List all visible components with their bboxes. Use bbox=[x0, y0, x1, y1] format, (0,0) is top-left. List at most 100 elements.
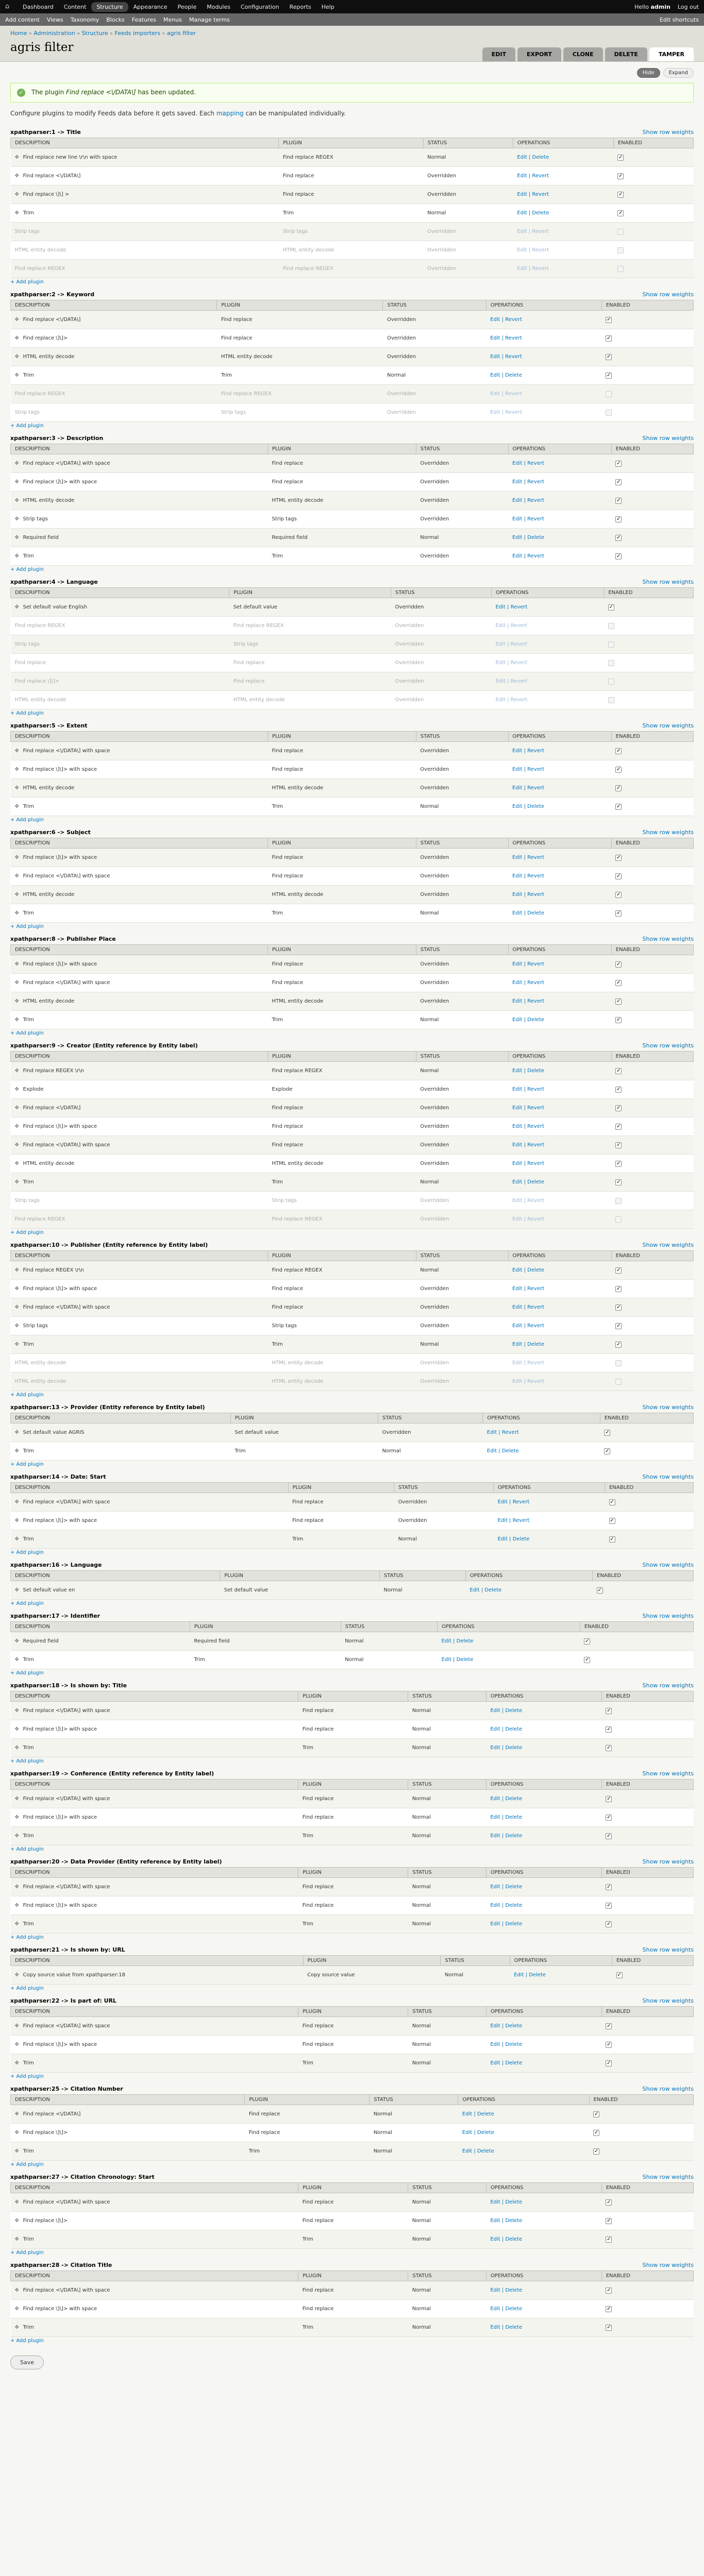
add-plugin-link[interactable]: + Add plugin bbox=[10, 2161, 694, 2171]
drag-handle-icon[interactable]: ✥ bbox=[15, 855, 20, 860]
enabled-checkbox[interactable]: ✓ bbox=[615, 1378, 622, 1385]
enabled-checkbox[interactable]: ✓ bbox=[606, 1884, 612, 1890]
enabled-checkbox[interactable]: ✓ bbox=[615, 873, 622, 879]
operations-links[interactable]: Edit | Revert bbox=[495, 641, 527, 647]
drag-handle-icon[interactable]: ✥ bbox=[15, 2060, 20, 2066]
enabled-checkbox[interactable]: ✓ bbox=[608, 659, 614, 666]
add-plugin-link[interactable]: + Add plugin bbox=[10, 1934, 694, 1944]
enabled-checkbox[interactable]: ✓ bbox=[616, 1972, 623, 1978]
enabled-checkbox[interactable]: ✓ bbox=[615, 1067, 622, 1074]
enabled-checkbox[interactable]: ✓ bbox=[615, 785, 622, 791]
enabled-checkbox[interactable]: ✓ bbox=[606, 1833, 612, 1839]
operations-links[interactable]: Edit | Revert bbox=[512, 461, 544, 466]
enabled-checkbox[interactable]: ✓ bbox=[606, 2236, 612, 2243]
enabled-checkbox[interactable]: ✓ bbox=[617, 265, 624, 272]
breadcrumb-link[interactable]: agris filter bbox=[167, 30, 196, 37]
operations-links[interactable]: Edit | Delete bbox=[487, 1448, 519, 1454]
operations-links[interactable]: Edit | Delete bbox=[512, 804, 544, 809]
enabled-checkbox[interactable]: ✓ bbox=[615, 1197, 622, 1204]
operations-links[interactable]: Edit | Delete bbox=[490, 1745, 522, 1751]
drag-handle-icon[interactable]: ✥ bbox=[15, 1342, 20, 1347]
operations-links[interactable]: Edit | Revert bbox=[490, 391, 522, 397]
show-row-weights-link[interactable]: Show row weights bbox=[643, 1042, 694, 1049]
drag-handle-icon[interactable]: ✥ bbox=[15, 173, 20, 179]
enabled-checkbox[interactable]: ✓ bbox=[606, 1921, 612, 1927]
drag-handle-icon[interactable]: ✥ bbox=[15, 1903, 20, 1908]
enabled-checkbox[interactable]: ✓ bbox=[609, 1536, 615, 1543]
edit-shortcuts-link[interactable]: Edit shortcuts bbox=[660, 16, 699, 23]
operations-links[interactable]: Edit | Delete bbox=[462, 2148, 494, 2154]
add-plugin-link[interactable]: + Add plugin bbox=[10, 2249, 694, 2259]
enabled-checkbox[interactable]: ✓ bbox=[615, 803, 622, 810]
add-plugin-link[interactable]: + Add plugin bbox=[10, 278, 694, 289]
drag-handle-icon[interactable]: ✥ bbox=[15, 961, 20, 967]
enabled-checkbox[interactable]: ✓ bbox=[606, 391, 612, 397]
drag-handle-icon[interactable]: ✥ bbox=[15, 785, 20, 791]
drag-handle-icon[interactable]: ✥ bbox=[15, 767, 20, 772]
show-row-weights-link[interactable]: Show row weights bbox=[643, 291, 694, 298]
drag-handle-icon[interactable]: ✥ bbox=[15, 1499, 20, 1505]
enabled-checkbox[interactable]: ✓ bbox=[615, 891, 622, 898]
drag-handle-icon[interactable]: ✥ bbox=[15, 2306, 20, 2312]
operations-links[interactable]: Edit | Revert bbox=[512, 961, 544, 967]
operations-links[interactable]: Edit | Delete bbox=[490, 2042, 522, 2047]
operations-links[interactable]: Edit | Delete bbox=[512, 1267, 544, 1273]
show-row-weights-link[interactable]: Show row weights bbox=[643, 936, 694, 942]
enabled-checkbox[interactable]: ✓ bbox=[606, 1814, 612, 1821]
drag-handle-icon[interactable]: ✥ bbox=[15, 461, 20, 466]
operations-links[interactable]: Edit | Revert bbox=[512, 1124, 544, 1129]
enabled-checkbox[interactable]: ✓ bbox=[617, 247, 624, 253]
show-row-weights-link[interactable]: Show row weights bbox=[643, 1242, 694, 1248]
enabled-checkbox[interactable]: ✓ bbox=[615, 1179, 622, 1185]
drag-handle-icon[interactable]: ✥ bbox=[15, 1124, 20, 1129]
operations-links[interactable]: Edit | Delete bbox=[498, 1536, 530, 1542]
add-plugin-link[interactable]: + Add plugin bbox=[10, 1029, 694, 1040]
drag-handle-icon[interactable]: ✥ bbox=[15, 1448, 20, 1454]
operations-links[interactable]: Edit | Revert bbox=[495, 604, 527, 610]
show-row-weights-link[interactable]: Show row weights bbox=[643, 1613, 694, 1619]
enabled-checkbox[interactable]: ✓ bbox=[615, 497, 622, 504]
enabled-checkbox[interactable]: ✓ bbox=[615, 1086, 622, 1093]
enabled-checkbox[interactable]: ✓ bbox=[615, 479, 622, 485]
drag-handle-icon[interactable]: ✥ bbox=[15, 1726, 20, 1732]
operations-links[interactable]: Edit | Revert bbox=[495, 679, 527, 684]
add-plugin-link[interactable]: + Add plugin bbox=[10, 1757, 694, 1768]
drag-handle-icon[interactable]: ✥ bbox=[15, 1815, 20, 1820]
drag-handle-icon[interactable]: ✥ bbox=[15, 1179, 20, 1185]
enabled-checkbox[interactable]: ✓ bbox=[584, 1638, 591, 1645]
operations-links[interactable]: Edit | Delete bbox=[512, 1068, 544, 1074]
enabled-checkbox[interactable]: ✓ bbox=[604, 1448, 611, 1454]
shortcut-link[interactable]: Menus bbox=[163, 16, 182, 23]
enabled-checkbox[interactable]: ✓ bbox=[584, 1656, 591, 1663]
show-row-weights-link[interactable]: Show row weights bbox=[643, 722, 694, 729]
add-plugin-link[interactable]: + Add plugin bbox=[10, 422, 694, 432]
operations-links[interactable]: Edit | Delete bbox=[490, 2218, 522, 2224]
drag-handle-icon[interactable]: ✥ bbox=[15, 1833, 20, 1839]
operations-links[interactable]: Edit | Revert bbox=[512, 1323, 544, 1329]
mapping-link[interactable]: mapping bbox=[216, 110, 244, 117]
enabled-checkbox[interactable]: ✓ bbox=[615, 1216, 622, 1223]
operations-links[interactable]: Edit | Delete bbox=[490, 1833, 522, 1839]
enabled-checkbox[interactable]: ✓ bbox=[606, 353, 612, 360]
drag-handle-icon[interactable]: ✥ bbox=[15, 1638, 20, 1644]
show-row-weights-link[interactable]: Show row weights bbox=[643, 829, 694, 836]
operations-links[interactable]: Edit | Delete bbox=[514, 1972, 546, 1978]
operations-links[interactable]: Edit | Revert bbox=[512, 479, 544, 485]
tab-export[interactable]: EXPORT bbox=[517, 47, 561, 61]
operations-links[interactable]: Edit | Revert bbox=[512, 1286, 544, 1292]
tab-delete[interactable]: DELETE bbox=[605, 47, 647, 61]
admin-menu-item[interactable]: Configuration bbox=[236, 2, 284, 12]
enabled-checkbox[interactable]: ✓ bbox=[596, 1587, 603, 1594]
enabled-checkbox[interactable]: ✓ bbox=[606, 2287, 612, 2294]
operations-links[interactable]: Edit | Delete bbox=[517, 155, 549, 160]
show-row-weights-link[interactable]: Show row weights bbox=[643, 1997, 694, 2004]
operations-links[interactable]: Edit | Delete bbox=[490, 1796, 522, 1802]
add-plugin-link[interactable]: + Add plugin bbox=[10, 1391, 694, 1401]
operations-links[interactable]: Edit | Revert bbox=[512, 1142, 544, 1148]
drag-handle-icon[interactable]: ✥ bbox=[15, 1657, 20, 1663]
enabled-checkbox[interactable]: ✓ bbox=[606, 409, 612, 416]
show-row-weights-link[interactable]: Show row weights bbox=[643, 1858, 694, 1865]
enabled-checkbox[interactable]: ✓ bbox=[615, 961, 622, 968]
operations-links[interactable]: Edit | Delete bbox=[517, 210, 549, 216]
operations-links[interactable]: Edit | Revert bbox=[490, 354, 522, 360]
